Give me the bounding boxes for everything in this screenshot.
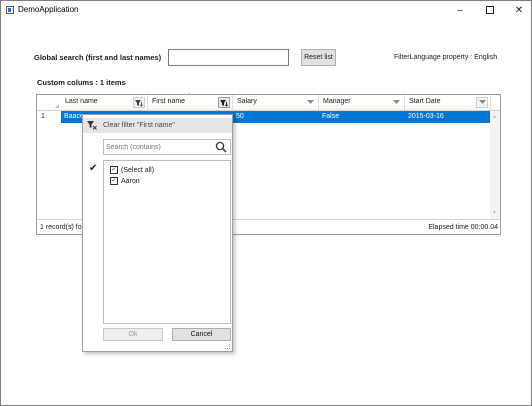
- filter-active-icon[interactable]: [218, 97, 230, 108]
- column-header-label: Salary: [237, 98, 257, 105]
- filter-language-label: FilterLanguage property : English: [394, 54, 498, 61]
- maximize-button[interactable]: [475, 1, 505, 19]
- maximize-icon: [486, 6, 494, 14]
- sort-indicator-icon: ^: [188, 93, 191, 99]
- select-all-corner[interactable]: [37, 95, 61, 110]
- cancel-button[interactable]: Cancel: [172, 328, 231, 341]
- reset-list-button[interactable]: Reset list: [301, 49, 336, 66]
- checkbox-checked-icon[interactable]: ✓: [110, 177, 118, 185]
- clear-filter-item[interactable]: Clear filter "First name": [83, 118, 232, 133]
- elapsed-time: Elapsed time 00:00.04: [428, 224, 498, 231]
- filter-value-list: ✓ (Select all) ✓ Aaron: [103, 160, 231, 324]
- cell-manager[interactable]: False: [319, 111, 339, 123]
- resize-grip-icon[interactable]: [225, 344, 230, 349]
- clear-filter-icon: [87, 121, 97, 132]
- vertical-scrollbar[interactable]: ▲ ▼: [490, 111, 500, 219]
- global-search-label: Global search (first and last names): [34, 53, 162, 62]
- list-item-aaron[interactable]: ✓ Aaron: [110, 176, 140, 186]
- scroll-down-icon[interactable]: ▼: [492, 210, 497, 216]
- list-item-select-all[interactable]: ✓ (Select all): [110, 165, 154, 175]
- filter-search-input[interactable]: [106, 142, 206, 153]
- column-header-salary[interactable]: Salary: [233, 95, 319, 110]
- column-header-last-name[interactable]: Last name: [61, 95, 148, 110]
- scroll-up-icon[interactable]: ▲: [492, 114, 497, 120]
- app-window: DemoApplication – ✕ Global search (first…: [0, 0, 532, 406]
- column-header-label: Manager: [323, 98, 351, 105]
- filter-search-box[interactable]: [103, 139, 231, 155]
- column-header-label: Start Date: [409, 98, 441, 105]
- dropdown-icon[interactable]: [390, 97, 402, 108]
- checkmark-icon: ✔: [89, 163, 98, 174]
- minimize-button[interactable]: –: [445, 1, 475, 19]
- window-title: DemoApplication: [18, 5, 79, 14]
- column-header-start-date[interactable]: Start Date: [405, 95, 491, 110]
- grid-header: Last name ^ First name Salary Manager St…: [37, 93, 500, 111]
- list-item-label: (Select all): [121, 166, 155, 174]
- close-button[interactable]: ✕: [504, 1, 532, 19]
- clear-filter-label: Clear filter "First name": [103, 122, 175, 129]
- dropdown-icon[interactable]: [304, 97, 316, 108]
- custom-columns-label: Custom colums : 1 items: [37, 78, 126, 87]
- filter-popup: Clear filter "First name" ✔ ✓ (Select al…: [82, 114, 233, 352]
- app-icon: [6, 6, 14, 14]
- global-search-input[interactable]: [168, 49, 289, 66]
- row-number: 1: [41, 113, 45, 120]
- column-header-label: Last name: [65, 98, 98, 105]
- filter-icon[interactable]: [133, 97, 145, 108]
- column-header-label: First name: [152, 98, 186, 105]
- cell-start-date[interactable]: 2015-03-16: [405, 111, 444, 123]
- column-header-first-name[interactable]: ^ First name: [148, 93, 233, 110]
- list-item-label: Aaron: [121, 177, 140, 185]
- checkbox-checked-icon[interactable]: ✓: [110, 166, 118, 174]
- column-header-manager[interactable]: Manager: [319, 95, 405, 110]
- cell-salary[interactable]: 50: [233, 111, 244, 123]
- title-bar: DemoApplication – ✕: [1, 1, 531, 19]
- record-count: 1 record(s) fo: [40, 224, 82, 231]
- ok-button[interactable]: Ok: [103, 328, 163, 341]
- dropdown-icon[interactable]: [476, 97, 488, 108]
- search-icon: [215, 141, 227, 155]
- cell-last-name[interactable]: Baace: [61, 111, 84, 123]
